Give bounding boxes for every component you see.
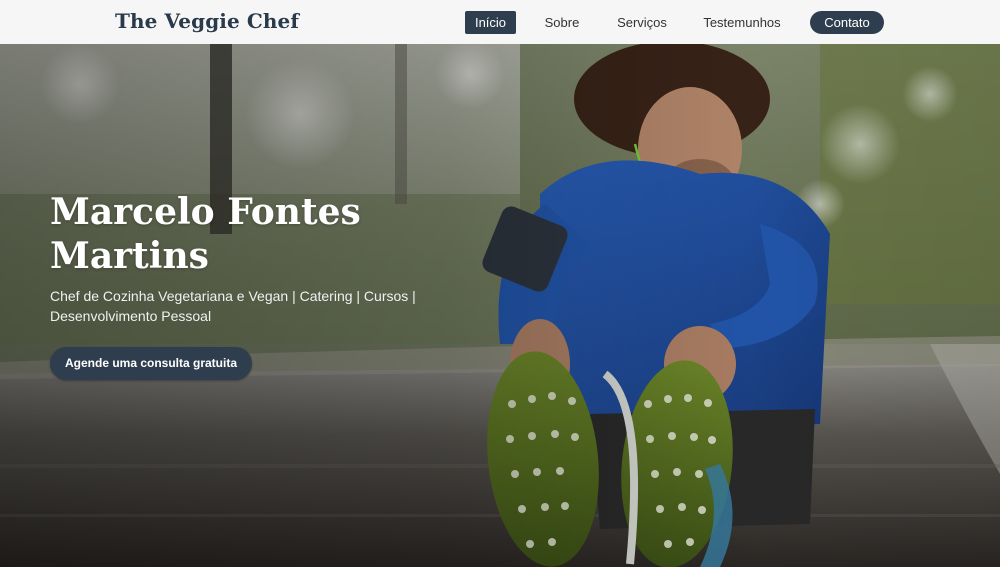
nav-inicio[interactable]: Início [465, 11, 516, 34]
main-nav: Início Sobre Serviços Testemunhos Contat… [0, 0, 1000, 44]
nav-servicos[interactable]: Serviços [612, 11, 672, 34]
hero-title: Marcelo Fontes Martins [50, 191, 361, 277]
book-consultation-button[interactable]: Agende uma consulta gratuita [50, 347, 252, 380]
nav-testemunhos[interactable]: Testemunhos [698, 11, 786, 34]
hero-subtitle: Chef de Cozinha Vegetariana e Vegan | Ca… [50, 288, 416, 324]
nav-contato-button[interactable]: Contato [810, 11, 884, 34]
nav-sobre[interactable]: Sobre [540, 11, 584, 34]
site-header: The Veggie Chef Início Sobre Serviços Te… [0, 0, 1000, 44]
hero-section: Marcelo Fontes Martins Chef de Cozinha V… [0, 44, 1000, 567]
